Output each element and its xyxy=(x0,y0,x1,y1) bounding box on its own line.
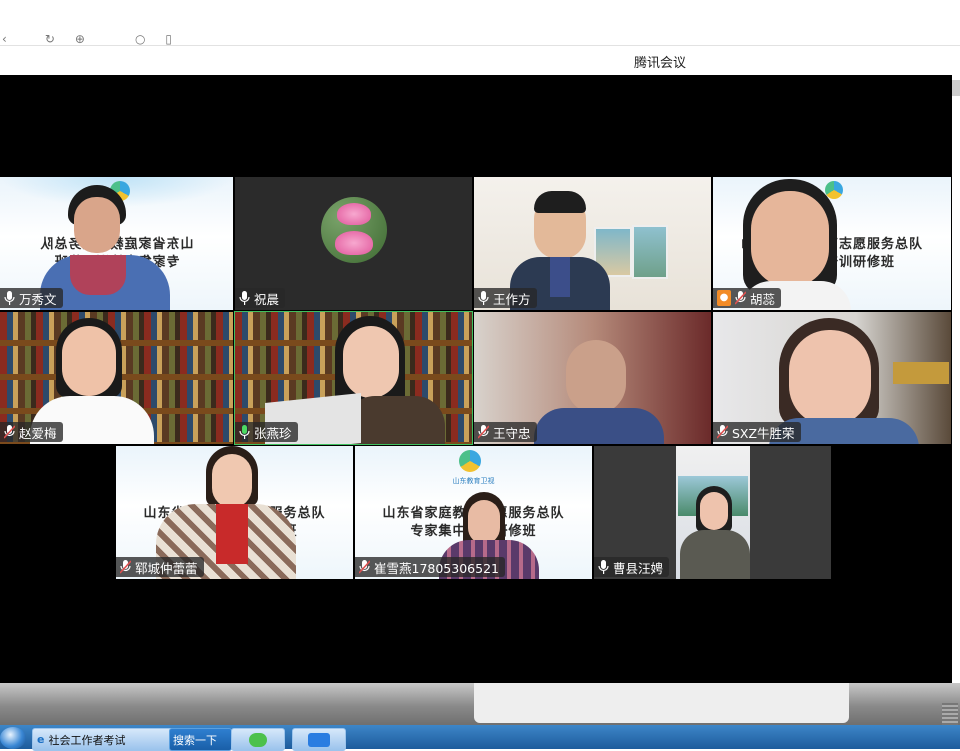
video-tile-participant-10[interactable]: 山东教育卫视 山东省家庭教育志愿服务总队 专家集中培训研修班 崔雪燕178053… xyxy=(355,446,592,579)
microphone-icon xyxy=(478,291,489,305)
video-tile-participant-7[interactable]: 王守忠 xyxy=(474,312,711,444)
participant-name: 胡蕊 xyxy=(750,291,776,307)
resize-grip[interactable] xyxy=(942,703,958,725)
lotus-avatar xyxy=(321,197,387,263)
participant-name: 王作方 xyxy=(493,291,531,307)
participant-name-tag: 赵爱梅 xyxy=(0,422,63,442)
taskbar-item-label: 社会工作者考试 xyxy=(48,733,126,747)
tencent-meeting-icon xyxy=(308,732,330,747)
taskbar-item-meeting[interactable] xyxy=(292,728,346,751)
video-tile-participant-8[interactable]: SXZ牛胜荣 xyxy=(713,312,951,444)
microphone-icon xyxy=(4,291,15,305)
refresh-icon[interactable]: ↻ xyxy=(45,32,55,46)
video-tile-participant-11[interactable]: 曹县汪娉 xyxy=(594,446,831,579)
participant-name: 郓城仲蕾蕾 xyxy=(135,560,198,576)
meeting-toolbar-panel[interactable] xyxy=(474,683,849,723)
taskbar-item-search[interactable]: 搜索一下 xyxy=(169,728,232,751)
taskbar-item-label: 搜索一下 xyxy=(173,733,217,747)
microphone-muted-icon xyxy=(478,425,489,439)
participant-name-tag: 曹县汪娉 xyxy=(594,557,670,577)
ie-icon: e xyxy=(37,733,45,746)
wechat-icon xyxy=(249,732,267,747)
participant-name-tag: 崔雪燕17805306521 xyxy=(355,557,505,577)
microphone-icon xyxy=(239,291,250,305)
participant-name-tag: 郓城仲蕾蕾 xyxy=(116,557,204,577)
video-tile-participant-5[interactable]: 赵爱梅 xyxy=(0,312,233,444)
microphone-muted-icon xyxy=(120,560,131,574)
participant-name: 张燕珍 xyxy=(254,425,292,441)
participant-name-tag: 王作方 xyxy=(474,288,537,308)
taskbar-item-browser[interactable]: e 社会工作者考试 xyxy=(32,728,174,751)
video-tile-participant-9[interactable]: 山东省家庭教育志愿服务总队 专家集中培训研修班 郓城仲蕾蕾 xyxy=(116,446,353,579)
participant-name-tag: 祝晨 xyxy=(235,288,286,308)
banner-logo-text: 山东教育卫视 xyxy=(452,477,495,485)
globe-icon[interactable]: ⊕ xyxy=(75,32,85,46)
browser-toolbar: ‹ ↻ ⊕ ○ ▯ xyxy=(0,0,960,46)
microphone-muted-icon xyxy=(717,425,728,439)
participant-name: 王守忠 xyxy=(493,425,531,441)
person-icon: ● xyxy=(717,290,731,306)
video-tile-participant-4[interactable]: 山东省家庭教育志愿服务总队 专家集中培训研修班 ● 胡蕊 xyxy=(713,177,951,310)
participant-video-person xyxy=(62,185,132,265)
start-button[interactable] xyxy=(0,727,26,749)
window-edge-control[interactable] xyxy=(952,80,960,96)
participant-name: 曹县汪娉 xyxy=(613,560,664,576)
microphone-muted-icon xyxy=(359,560,370,574)
video-tile-participant-1[interactable]: 山东省家庭教育服务总队 专家集中培训研修班 万秀文 xyxy=(0,177,233,310)
search-icon[interactable]: ○ xyxy=(135,32,145,46)
microphone-muted-icon xyxy=(735,291,746,305)
bookmark-icon[interactable]: ▯ xyxy=(165,32,172,46)
video-tile-participant-3[interactable]: 王作方 xyxy=(474,177,711,310)
back-icon[interactable]: ‹ xyxy=(2,32,7,46)
video-tile-participant-2[interactable]: 祝晨 xyxy=(235,177,472,310)
participant-name: SXZ牛胜荣 xyxy=(732,425,795,441)
window-title: 腾讯会议 xyxy=(633,56,686,71)
participant-name-tag: SXZ牛胜荣 xyxy=(713,422,801,442)
microphone-speaking-icon xyxy=(239,425,250,439)
participant-name-tag: 王守忠 xyxy=(474,422,537,442)
participant-name-tag: ● 胡蕊 xyxy=(713,288,782,308)
participant-name: 万秀文 xyxy=(19,291,57,307)
participant-name: 祝晨 xyxy=(254,291,280,307)
participant-name: 赵爱梅 xyxy=(19,425,57,441)
banner-logo-icon xyxy=(459,450,481,472)
participant-name-tag: 万秀文 xyxy=(0,288,63,308)
taskbar-item-wechat[interactable] xyxy=(231,728,285,751)
microphone-muted-icon xyxy=(4,425,15,439)
participant-name-tag: 张燕珍 xyxy=(235,422,298,442)
participant-name: 崔雪燕17805306521 xyxy=(374,560,499,576)
video-tile-participant-6-active-speaker[interactable]: 张燕珍 xyxy=(234,311,473,445)
microphone-icon xyxy=(598,560,609,574)
